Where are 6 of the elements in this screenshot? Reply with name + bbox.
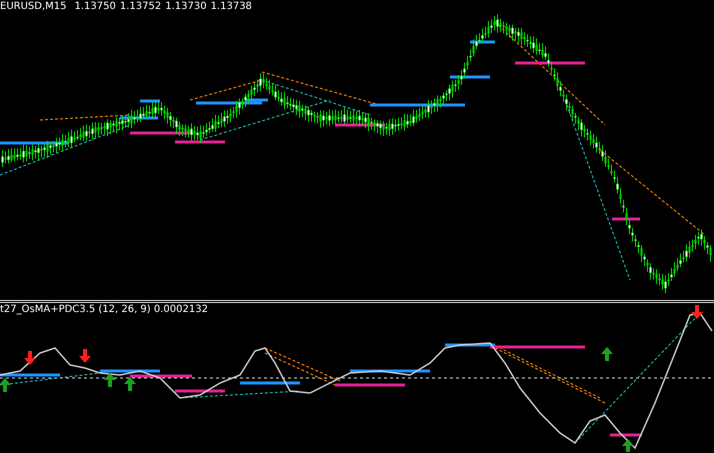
indicator-title: t27_OsMA+PDC3.5 (12, 26, 9) 0.0002132 [0, 304, 208, 316]
open-price: 1.13750 [74, 1, 116, 13]
low-price: 1.13730 [165, 1, 207, 13]
close-price: 1.13738 [210, 1, 252, 13]
symbol-label: EURUSD,M15 [0, 1, 66, 13]
high-price: 1.13752 [120, 1, 162, 13]
